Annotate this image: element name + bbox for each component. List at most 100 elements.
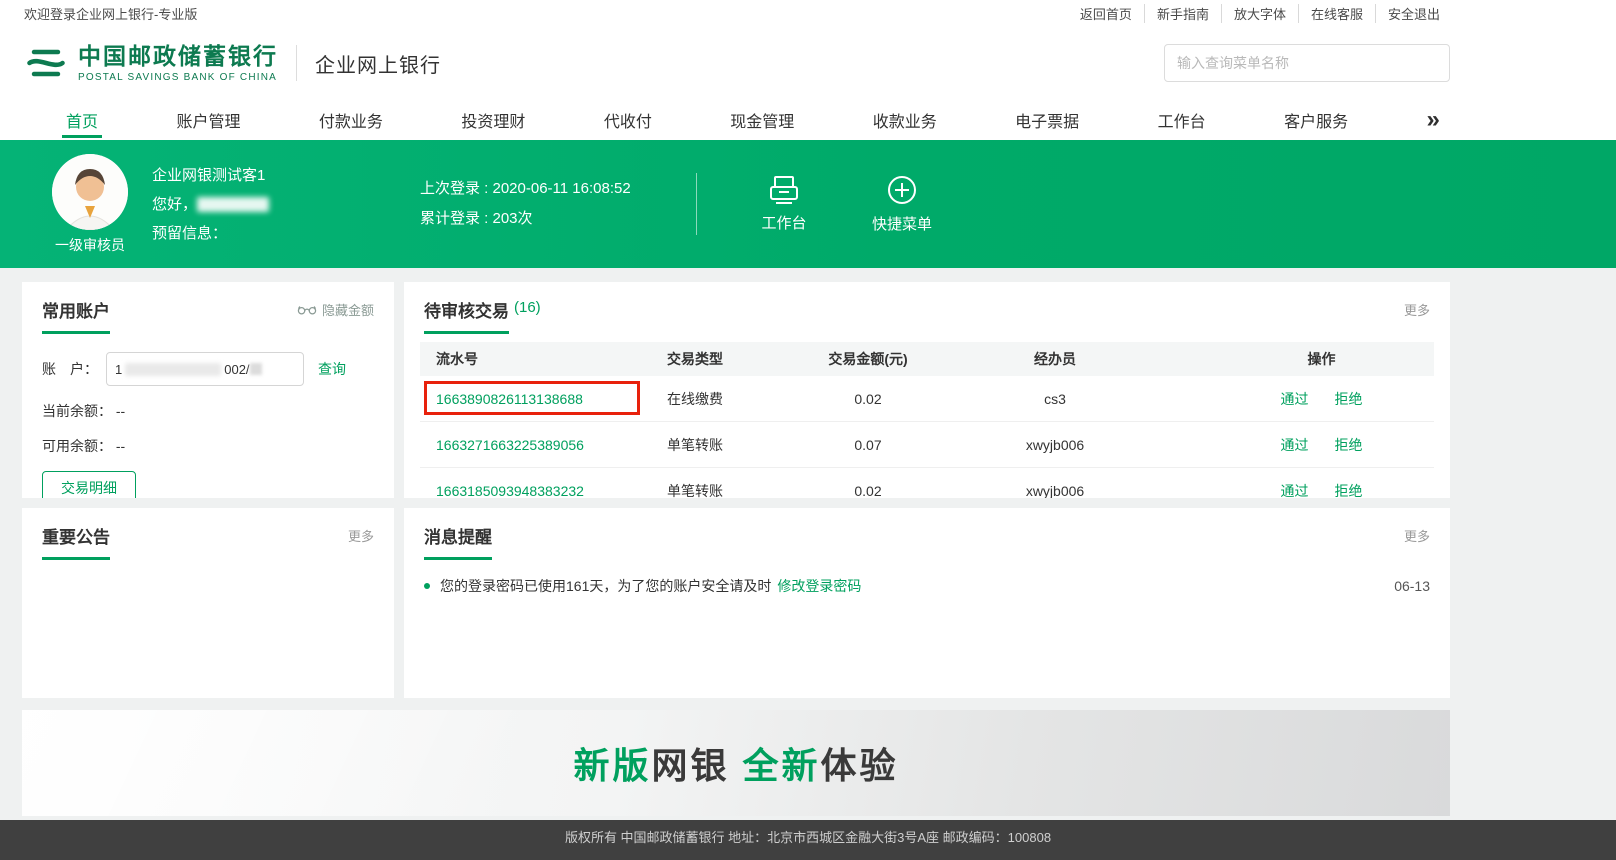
nav-tab-payment[interactable]: 付款业务 [319, 100, 383, 140]
notice-card-title: 重要公告 [42, 523, 110, 560]
bank-logo-text: 中国邮政储蓄银行 POSTAL SAVINGS BANK OF CHINA [78, 44, 278, 83]
menu-search-box[interactable] [1164, 44, 1450, 82]
transaction-operator: xwyjb006 [951, 468, 1159, 498]
pending-more-link[interactable]: 更多 [1404, 300, 1430, 319]
transaction-type: 单笔转账 [605, 468, 785, 498]
message-item: 您的登录密码已使用161天，为了您的账户安全请及时 修改登录密码 06-13 [424, 576, 1430, 596]
quick-menu-shortcut[interactable]: 快捷菜单 [867, 174, 937, 234]
column-header-type: 交易类型 [605, 342, 785, 376]
workbench-icon [767, 175, 801, 205]
serial-number-link[interactable]: 1663890826113138688 [436, 391, 583, 407]
avatar-person-icon [52, 154, 128, 230]
copyright-text: 版权所有 中国邮政储蓄银行 地址：北京市西城区金融大街3号A座 邮政编码：100… [565, 827, 1051, 860]
table-row: 1663185093948383232 单笔转账 0.02 xwyjb006 通… [420, 468, 1434, 498]
reject-link[interactable]: 拒绝 [1335, 481, 1363, 499]
column-header-serial: 流水号 [420, 342, 605, 376]
transaction-type: 在线缴费 [605, 376, 785, 421]
nav-more-chevron-icon[interactable]: » [1427, 110, 1440, 130]
column-header-actions: 操作 [1159, 342, 1434, 376]
promo-part-2: 网银 [651, 745, 742, 786]
avatar-block: 一级审核员 [42, 154, 138, 255]
login-stats: 上次登录 : 2020-06-11 16:08:52 累计登录 : 203次 [420, 174, 696, 234]
promo-part-3: 全新 [743, 745, 821, 786]
bullet-dot-icon [424, 583, 430, 589]
message-more-link[interactable]: 更多 [1404, 526, 1430, 545]
promo-part-4: 体验 [821, 745, 899, 786]
transaction-detail-button[interactable]: 交易明细 [42, 471, 136, 498]
banner-divider [696, 173, 697, 235]
nav-tab-e-bill[interactable]: 电子票据 [1015, 100, 1079, 140]
approve-link[interactable]: 通过 [1281, 389, 1309, 409]
quick-menu-label: 快捷菜单 [872, 213, 932, 234]
greeting-label: 您好， [152, 196, 197, 213]
product-title: 企业网上银行 [315, 49, 441, 78]
approve-link[interactable]: 通过 [1281, 481, 1309, 499]
content-area: 常用账户 隐藏金额 账 户： 1 [0, 268, 1616, 860]
message-reminder-card: 消息提醒 更多 您的登录密码已使用161天，为了您的账户安全请及时 修改登录密码… [404, 508, 1450, 698]
user-banner: 一级审核员 企业网银测试客1 您好， 预留信息： 上次登录 : 2020-06-… [0, 140, 1616, 268]
current-balance-value: -- [116, 403, 125, 419]
nav-tab-home[interactable]: 首页 [66, 100, 98, 140]
account-query-link[interactable]: 查询 [318, 359, 346, 379]
notice-more-link[interactable]: 更多 [348, 526, 374, 545]
bank-name-cn: 中国邮政储蓄银行 [78, 44, 278, 70]
nav-tab-receivables[interactable]: 收款业务 [873, 100, 937, 140]
top-utility-bar: 欢迎登录企业网上银行-专业版 返回首页 新手指南 放大字体 在线客服 安全退出 [0, 0, 1616, 26]
nav-tab-workbench[interactable]: 工作台 [1158, 100, 1206, 140]
pending-table-header: 流水号 交易类型 交易金额(元) 经办员 操作 [420, 342, 1434, 376]
important-notice-card: 重要公告 更多 [22, 508, 394, 698]
blurred-account-tail [250, 363, 262, 375]
serial-number-link[interactable]: 1663185093948383232 [436, 483, 584, 499]
transaction-amount: 0.02 [785, 468, 951, 498]
accounts-card-title: 常用账户 [42, 297, 110, 334]
transaction-amount: 0.02 [785, 376, 951, 421]
user-role-label: 一级审核员 [55, 235, 125, 255]
menu-search-input[interactable] [1177, 55, 1437, 71]
reject-link[interactable]: 拒绝 [1335, 435, 1363, 455]
beginner-guide-link[interactable]: 新手指南 [1144, 4, 1221, 23]
workbench-shortcut[interactable]: 工作台 [749, 175, 819, 233]
quick-menu-plus-icon [886, 174, 918, 206]
online-service-link[interactable]: 在线客服 [1298, 4, 1375, 23]
avatar [52, 154, 128, 230]
bank-name-en: POSTAL SAVINGS BANK OF CHINA [78, 72, 278, 83]
account-number-field[interactable]: 1 002/ [106, 352, 304, 386]
table-row: 1663890826113138688 在线缴费 0.02 cs3 通过 拒绝 [420, 376, 1434, 422]
message-date: 06-13 [1394, 578, 1430, 594]
pending-transactions-card: 待审核交易 (16) 更多 流水号 交易类型 交易金额(元) 经办员 操作 [404, 282, 1450, 498]
current-balance-label: 当前余额： [42, 403, 112, 419]
nav-tab-account-mgmt[interactable]: 账户管理 [176, 100, 240, 140]
safe-logout-link[interactable]: 安全退出 [1375, 4, 1452, 23]
welcome-text: 欢迎登录企业网上银行-专业版 [24, 4, 197, 23]
pending-card-title: 待审核交易 [424, 297, 509, 334]
column-header-amount: 交易金额(元) [785, 342, 951, 376]
serial-number-link[interactable]: 1663271663225389056 [436, 437, 584, 453]
reserved-info-label: 预留信息： [152, 219, 402, 248]
nav-tab-collection-payment[interactable]: 代收付 [604, 100, 652, 140]
return-home-link[interactable]: 返回首页 [1068, 4, 1144, 23]
transaction-operator: xwyjb006 [951, 422, 1159, 467]
nav-tab-investment[interactable]: 投资理财 [461, 100, 525, 140]
reject-link[interactable]: 拒绝 [1335, 389, 1363, 409]
nav-tab-cash-mgmt[interactable]: 现金管理 [730, 100, 794, 140]
topbar-links: 返回首页 新手指南 放大字体 在线客服 安全退出 [1068, 4, 1452, 23]
message-text: 您的登录密码已使用161天，为了您的账户安全请及时 [440, 576, 771, 596]
user-info: 企业网银测试客1 您好， 预留信息： [152, 161, 402, 248]
pending-count-badge: (16) [514, 299, 541, 316]
blurred-account-digits [125, 363, 221, 376]
glasses-icon [297, 304, 317, 315]
bank-logo: 中国邮政储蓄银行 POSTAL SAVINGS BANK OF CHINA [24, 41, 278, 85]
approve-link[interactable]: 通过 [1281, 435, 1309, 455]
hide-amount-toggle[interactable]: 隐藏金额 [297, 300, 374, 319]
promo-banner: 新版网银 全新体验 [22, 710, 1450, 816]
header: 中国邮政储蓄银行 POSTAL SAVINGS BANK OF CHINA 企业… [0, 26, 1616, 100]
account-number-label: 账 户： [42, 359, 106, 379]
change-password-link[interactable]: 修改登录密码 [777, 576, 861, 596]
promo-slogan: 新版网银 全新体验 [573, 737, 898, 789]
frequent-accounts-card: 常用账户 隐藏金额 账 户： 1 [22, 282, 394, 498]
hide-amount-label: 隐藏金额 [322, 300, 374, 319]
nav-tab-customer-service[interactable]: 客户服务 [1284, 100, 1348, 140]
enlarge-font-link[interactable]: 放大字体 [1221, 4, 1298, 23]
promo-part-1: 新版 [573, 745, 651, 786]
transaction-amount: 0.07 [785, 422, 951, 467]
